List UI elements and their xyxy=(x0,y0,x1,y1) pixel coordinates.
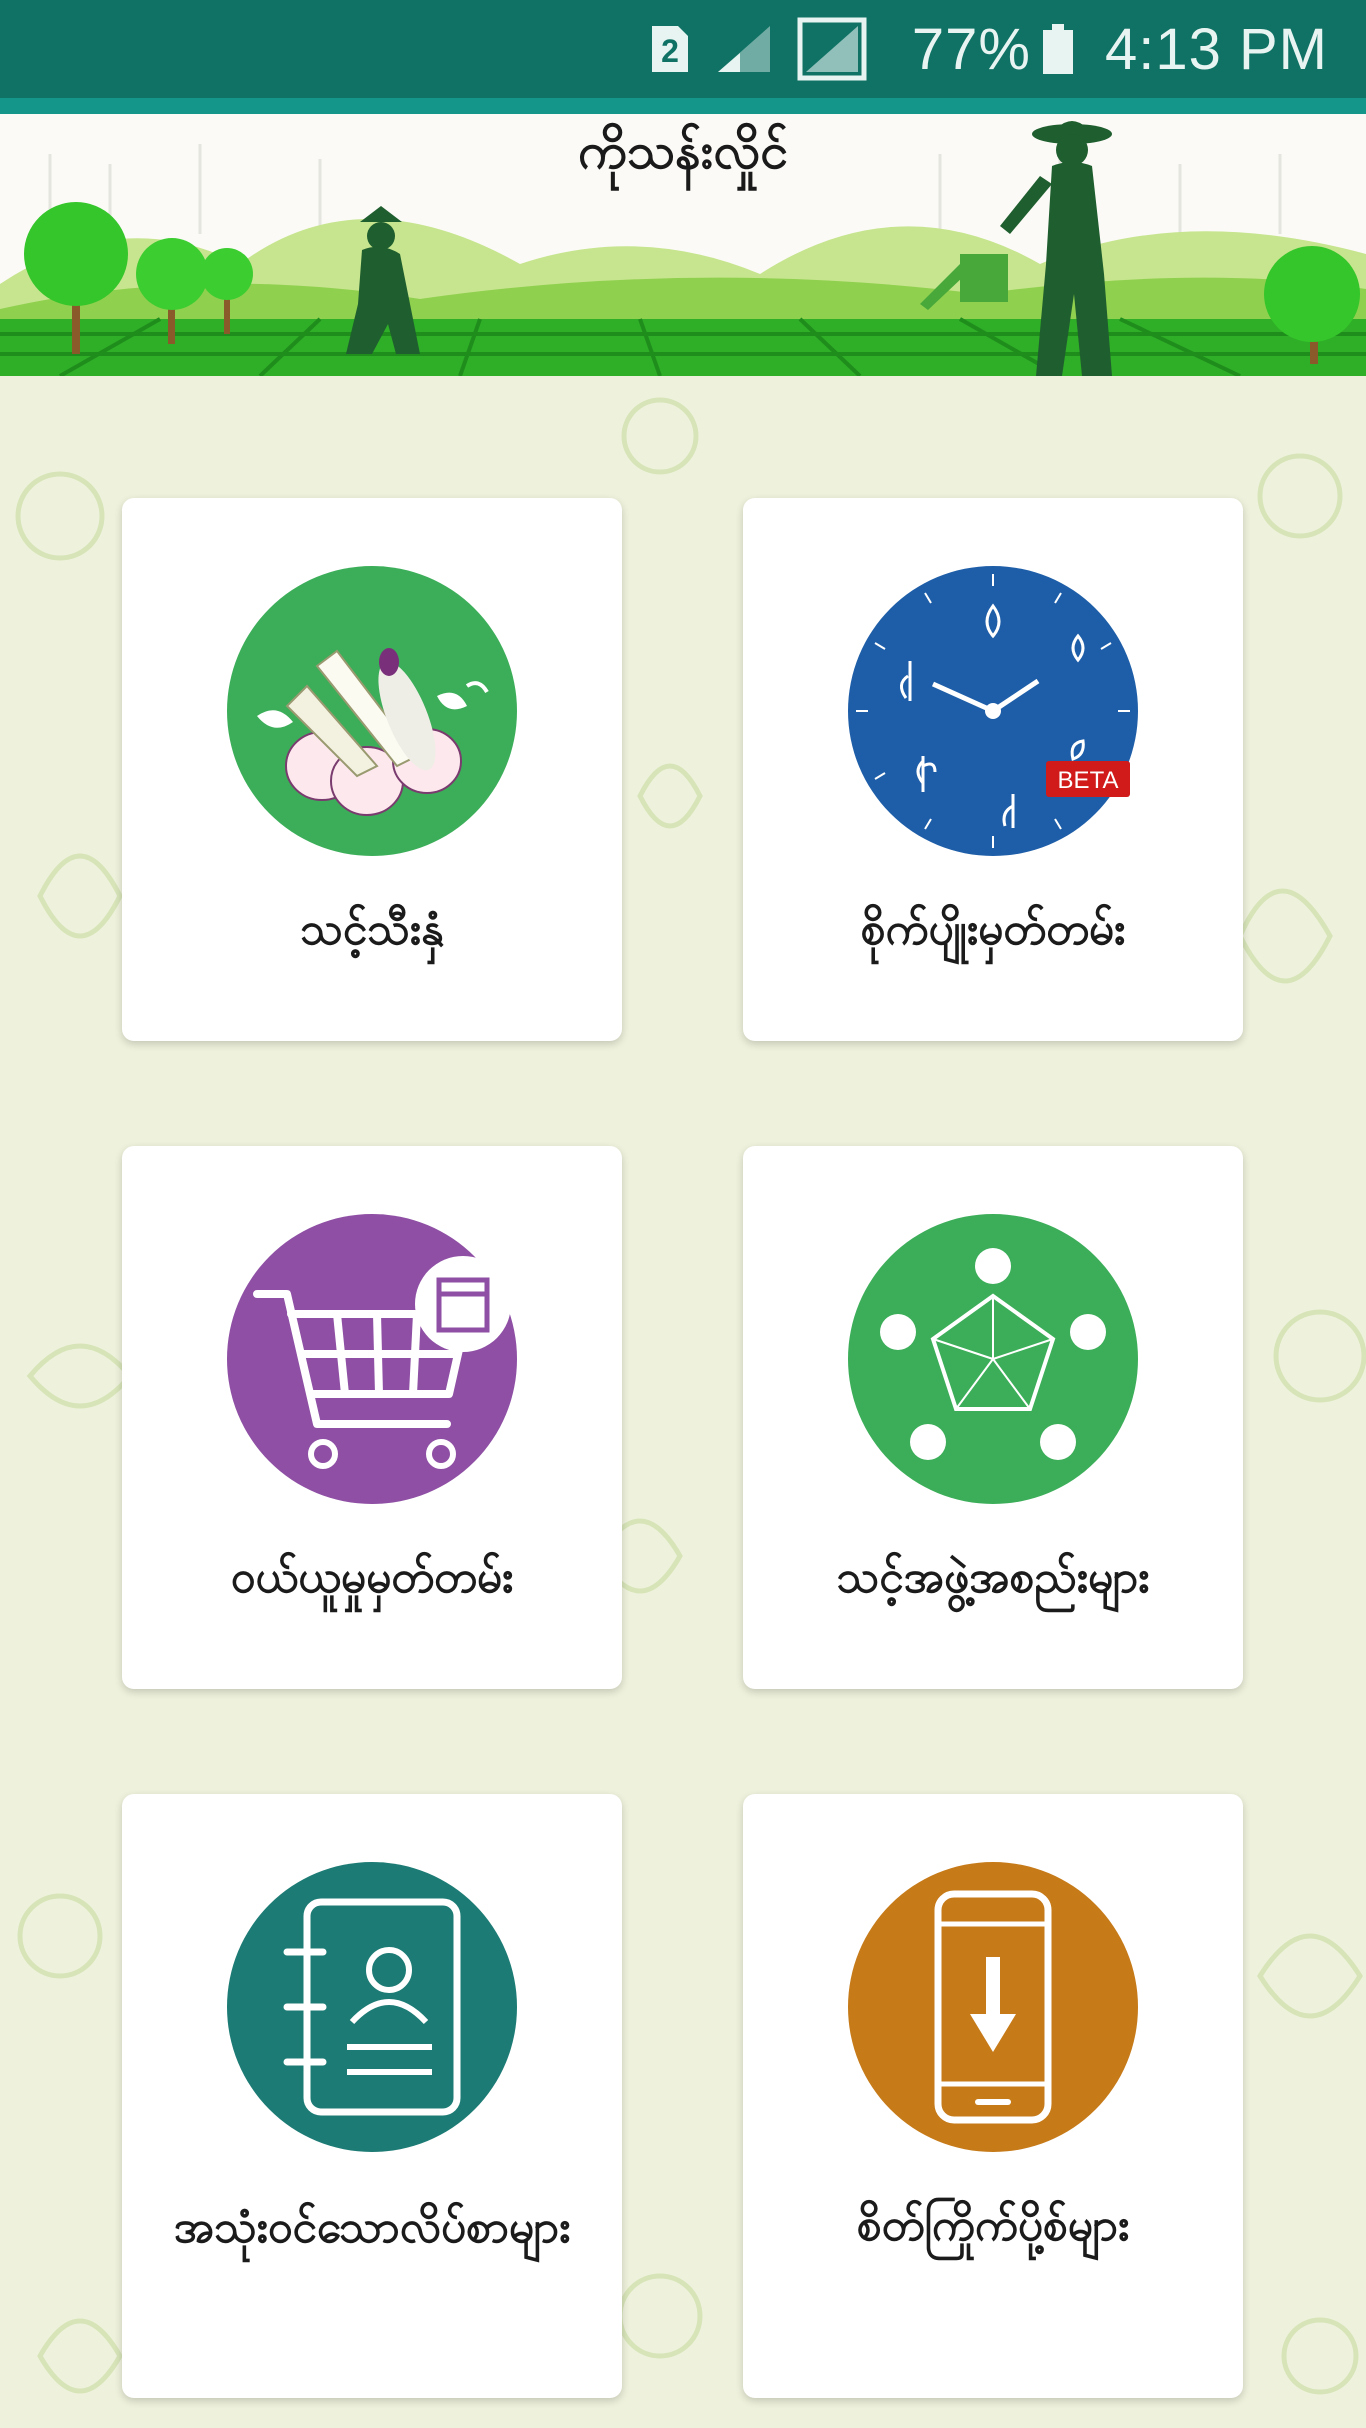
menu-label-purchases: ဝယ်ယူမှုမှတ်တမ်း xyxy=(230,1552,514,1603)
group-meeting-icon xyxy=(848,1214,1138,1504)
shopping-cart-icon xyxy=(227,1214,517,1504)
battery-percent: 77% xyxy=(911,16,1031,82)
battery-icon xyxy=(1041,22,1075,76)
menu-card-crop-calendar[interactable]: BETA စိုက်ပျိုးမှတ်တမ်း xyxy=(743,498,1243,1041)
menu-label-saved-posts: စိတ်ကြိုက်ပို့စ်များ xyxy=(856,2200,1130,2251)
menu-label-groups: သင့်အဖွဲ့အစည်းများ xyxy=(836,1552,1150,1603)
menu-card-saved-posts[interactable]: စိတ်ကြိုက်ပို့စ်များ xyxy=(743,1794,1243,2398)
status-bar: 2 77% 4:13 PM xyxy=(0,0,1366,98)
menu-card-groups[interactable]: သင့်အဖွဲ့အစည်းများ xyxy=(743,1146,1243,1689)
phone-download-icon xyxy=(848,1862,1138,2152)
no-data-signal-icon xyxy=(796,16,868,82)
signal-icon xyxy=(714,22,774,76)
crop-clock-icon: BETA xyxy=(848,566,1138,856)
svg-text:2: 2 xyxy=(661,33,679,69)
contact-book-icon xyxy=(227,1862,517,2152)
sim-indicator: 2 xyxy=(648,22,692,76)
page-title: ကိုသန်းလှိုင် xyxy=(577,122,789,180)
vegetables-icon xyxy=(227,566,517,856)
sim-card-icon: 2 xyxy=(651,26,688,72)
menu-label-vegetables: သင့်သီးနှံ xyxy=(300,904,444,955)
menu-card-purchases[interactable]: ဝယ်ယူမှုမှတ်တမ်း xyxy=(122,1146,622,1689)
clock: 4:13 PM xyxy=(1105,16,1328,82)
menu-card-vegetables[interactable]: သင့်သီးနှံ xyxy=(122,498,622,1041)
header-banner: ကိုသန်းလှိုင် xyxy=(0,114,1366,376)
status-bar-accent xyxy=(0,98,1366,114)
menu-label-useful-contacts: အသုံးဝင်သောလိပ်စာများ xyxy=(173,2202,571,2253)
menu-card-useful-contacts[interactable]: အသုံးဝင်သောလိပ်စာများ xyxy=(122,1794,622,2398)
menu-label-crop-calendar: စိုက်ပျိုးမှတ်တမ်း xyxy=(860,904,1126,955)
beta-badge: BETA xyxy=(1058,767,1119,794)
